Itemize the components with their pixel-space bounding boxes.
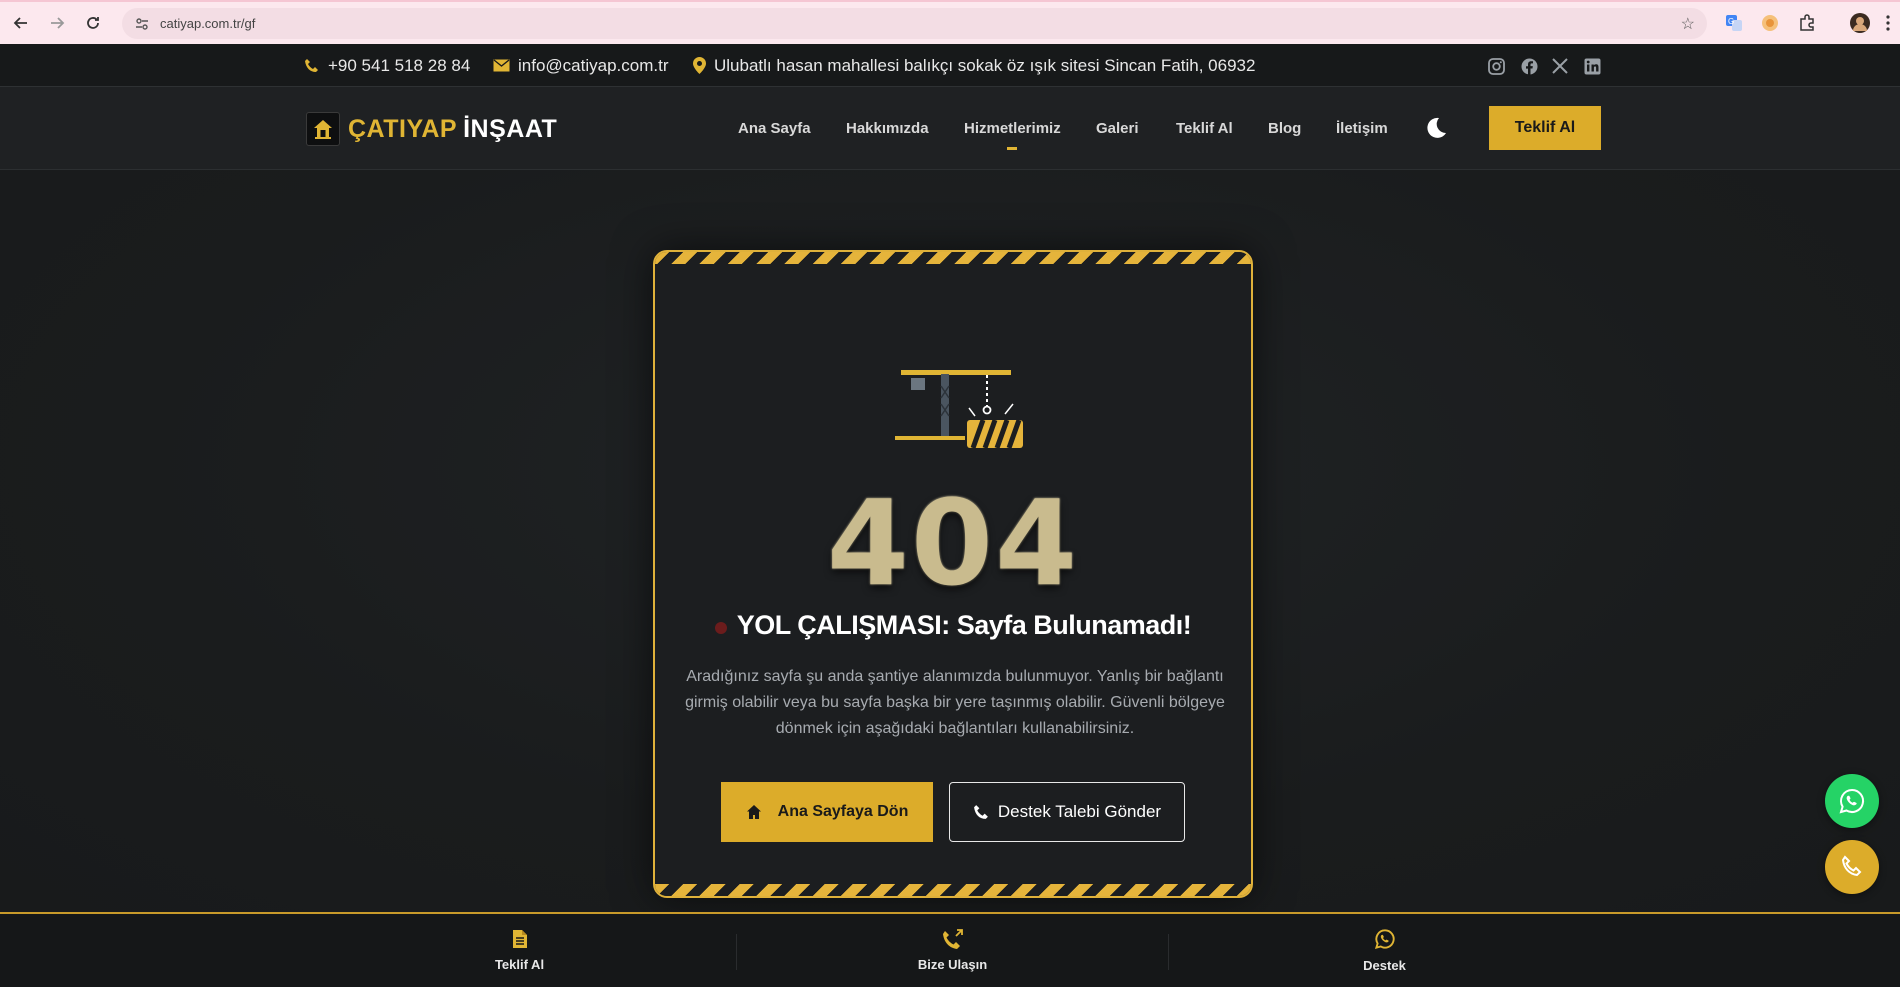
crane-construction-icon	[895, 370, 1023, 449]
error-code: 404	[826, 474, 1080, 612]
envelope-icon	[493, 59, 510, 72]
site-info-icon[interactable]	[134, 16, 150, 32]
header-teklif-al-button[interactable]: Teklif Al	[1489, 106, 1601, 150]
phone-icon	[973, 804, 988, 819]
logo-text: ÇATIYAP İNŞAAT	[348, 115, 557, 144]
address-bar[interactable]: catiyap.com.tr/gf ☆	[122, 8, 1707, 39]
nav-iletisim[interactable]: İletişim	[1336, 87, 1388, 170]
email-text: info@catiyap.com.tr	[518, 55, 669, 75]
email-info[interactable]: info@catiyap.com.tr	[493, 44, 668, 87]
whatsapp-float-button[interactable]	[1825, 774, 1879, 828]
top-info-bar: +90 541 518 28 84 info@catiyap.com.tr Ul…	[0, 44, 1900, 87]
bottom-teklif-al-label: Teklif Al	[494, 957, 545, 972]
extensions-puzzle-icon[interactable]	[1795, 11, 1819, 35]
error-card: 404 YOL ÇALIŞMASI: Sayfa Bulunamadı! Ara…	[653, 250, 1253, 898]
nav-galeri[interactable]: Galeri	[1096, 87, 1139, 170]
logo-suffix: İNŞAAT	[463, 114, 558, 143]
logo-house-icon	[306, 112, 340, 146]
dark-mode-moon-icon[interactable]	[1422, 115, 1448, 141]
forward-arrow-icon	[51, 17, 65, 29]
forward-button[interactable]	[42, 8, 72, 38]
bottom-destek-label: Destek	[1363, 958, 1406, 973]
whatsapp-icon	[1374, 929, 1395, 950]
main-navbar: ÇATIYAP İNŞAAT Ana Sayfa Hakkımızda Hizme…	[0, 87, 1900, 170]
phone-icon	[305, 58, 318, 72]
extension-icon[interactable]	[1758, 11, 1782, 35]
phone-icon	[1841, 855, 1862, 877]
translate-icon[interactable]: G	[1722, 11, 1746, 35]
nav-blog[interactable]: Blog	[1268, 87, 1301, 170]
address-info: Ulubatlı hasan mahallesi balıkçı sokak ö…	[693, 44, 1255, 87]
profile-avatar[interactable]	[1848, 11, 1872, 35]
nav-teklif-al[interactable]: Teklif Al	[1176, 87, 1233, 170]
whatsapp-icon	[1839, 788, 1864, 814]
site-logo[interactable]: ÇATIYAP İNŞAAT	[306, 111, 557, 147]
phone-outgoing-icon	[942, 929, 963, 949]
back-arrow-icon	[13, 17, 27, 29]
bookmark-star-icon[interactable]: ☆	[1681, 14, 1695, 34]
facebook-icon[interactable]	[1519, 56, 1539, 76]
location-pin-icon	[693, 57, 706, 74]
home-button[interactable]: Ana Sayfaya Dön	[721, 782, 933, 842]
nav-hizmetlerimiz[interactable]: Hizmetlerimiz	[964, 87, 1061, 170]
error-title-text: YOL ÇALIŞMASI: Sayfa Bulunamadı!	[736, 610, 1192, 640]
home-icon	[746, 805, 761, 819]
nav-hakkimizda[interactable]: Hakkımızda	[846, 87, 929, 170]
error-title: YOL ÇALIŞMASI: Sayfa Bulunamadı!	[655, 610, 1251, 641]
address-text: Ulubatlı hasan mahallesi balıkçı sokak ö…	[714, 55, 1256, 75]
bottom-nav-bar: Teklif Al Bize Ulaşın Destek	[0, 912, 1900, 987]
phone-text: +90 541 518 28 84	[328, 55, 471, 75]
main-content: 404 YOL ÇALIŞMASI: Sayfa Bulunamadı! Ara…	[0, 170, 1900, 912]
home-button-label: Ana Sayfaya Dön	[777, 803, 909, 820]
logo-brand: ÇATIYAP	[348, 114, 458, 143]
bottom-destek[interactable]: Destek	[1168, 914, 1601, 987]
document-icon	[512, 930, 527, 948]
status-dot	[714, 621, 727, 634]
back-button[interactable]	[6, 8, 36, 38]
url-text[interactable]: catiyap.com.tr/gf	[160, 16, 255, 31]
phone-float-button[interactable]	[1825, 840, 1879, 894]
svg-text:G: G	[1728, 17, 1734, 26]
support-button-label: Destek Talebi Gönder	[997, 802, 1162, 821]
nav-ana-sayfa[interactable]: Ana Sayfa	[738, 87, 811, 170]
browser-toolbar: catiyap.com.tr/gf ☆ G	[0, 0, 1900, 44]
bottom-bize-ulasin[interactable]: Bize Ulaşın	[736, 914, 1169, 987]
hazard-stripe-top	[655, 252, 1251, 264]
instagram-icon[interactable]	[1486, 56, 1506, 76]
bottom-teklif-al[interactable]: Teklif Al	[303, 914, 736, 987]
phone-info[interactable]: +90 541 518 28 84	[304, 44, 470, 87]
x-icon[interactable]	[1550, 56, 1570, 76]
reload-icon	[87, 17, 99, 29]
error-description: Aradığınız sayfa şu anda şantiye alanımı…	[685, 668, 1225, 737]
browser-menu-icon[interactable]	[1876, 11, 1900, 35]
hazard-stripe-bottom	[655, 884, 1251, 896]
support-button[interactable]: Destek Talebi Gönder	[949, 782, 1185, 842]
bottom-bize-ulasin-label: Bize Ulaşın	[917, 957, 988, 972]
linkedin-icon[interactable]	[1582, 56, 1602, 76]
reload-button[interactable]	[78, 8, 108, 38]
